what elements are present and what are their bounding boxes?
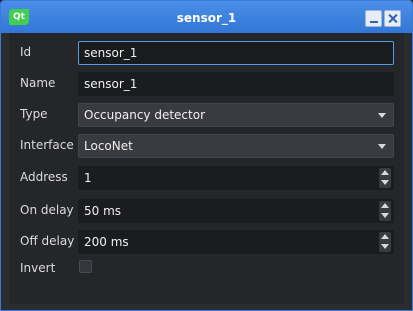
interface-combobox[interactable]: LocoNet xyxy=(78,134,394,158)
off-delay-spin-buttons[interactable] xyxy=(379,232,391,252)
on-delay-value: 50 ms xyxy=(84,204,122,218)
minimize-button[interactable] xyxy=(365,10,382,27)
on-delay-spin-buttons[interactable] xyxy=(379,201,391,221)
address-label: Address xyxy=(20,170,68,184)
address-spin-buttons[interactable] xyxy=(379,168,391,188)
on-delay-spinbox[interactable]: 50 ms xyxy=(78,199,394,223)
title-bar[interactable]: Qt sensor_1 xyxy=(1,1,412,33)
sensor-dialog-window: Qt sensor_1 Id sensor_1 Name sensor_1 Ty… xyxy=(0,0,413,311)
invert-checkbox[interactable] xyxy=(79,260,92,273)
type-combobox[interactable]: Occupancy detector xyxy=(78,103,394,127)
name-field[interactable]: sensor_1 xyxy=(78,72,394,96)
off-delay-spinbox[interactable]: 200 ms xyxy=(78,230,394,254)
spin-down-icon[interactable] xyxy=(381,244,389,249)
off-delay-label: Off delay xyxy=(20,234,75,248)
spin-up-icon[interactable] xyxy=(381,170,389,175)
spin-up-icon[interactable] xyxy=(381,203,389,208)
chevron-down-icon xyxy=(378,144,386,149)
address-value: 1 xyxy=(84,171,92,185)
spin-up-icon[interactable] xyxy=(381,234,389,239)
off-delay-value: 200 ms xyxy=(84,235,129,249)
interface-combobox-value: LocoNet xyxy=(84,139,133,153)
address-spinbox[interactable]: 1 xyxy=(78,166,394,190)
type-label: Type xyxy=(20,107,48,121)
window-title: sensor_1 xyxy=(176,11,237,25)
chevron-down-icon xyxy=(378,113,386,118)
type-combobox-value: Occupancy detector xyxy=(84,108,206,122)
id-label: Id xyxy=(20,45,32,59)
spin-down-icon[interactable] xyxy=(381,213,389,218)
name-label: Name xyxy=(20,76,56,90)
interface-label: Interface xyxy=(20,138,74,152)
id-field[interactable]: sensor_1 xyxy=(78,41,394,65)
close-button[interactable] xyxy=(384,10,401,27)
on-delay-label: On delay xyxy=(20,203,74,217)
spin-down-icon[interactable] xyxy=(381,180,389,185)
invert-label: Invert xyxy=(20,261,56,275)
